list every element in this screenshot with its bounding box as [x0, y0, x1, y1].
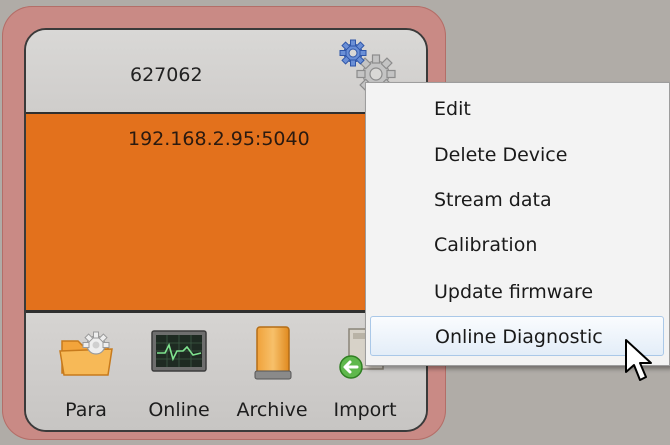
para-label: Para: [65, 399, 107, 421]
device-id: 627062: [130, 64, 203, 86]
archive-label: Archive: [236, 399, 308, 421]
menu-item-edit[interactable]: Edit: [370, 89, 664, 129]
menu-item-stream-data[interactable]: Stream data: [370, 180, 664, 220]
online-label: Online: [148, 399, 210, 421]
menu-item-update-firmware[interactable]: Update firmware: [370, 272, 664, 312]
menu-item-label: Online Diagnostic: [435, 326, 603, 348]
online-button[interactable]: Online: [139, 323, 219, 423]
para-button[interactable]: Para: [46, 323, 126, 423]
menu-item-label: Stream data: [434, 189, 552, 211]
context-menu: Edit Delete Device Stream data Calibrati…: [365, 82, 670, 366]
archive-button[interactable]: Archive: [232, 323, 312, 423]
folder-gear-icon: [59, 331, 113, 376]
menu-item-online-diagnostic[interactable]: Online Diagnostic: [370, 316, 664, 356]
menu-item-label: Update firmware: [434, 281, 594, 303]
import-label: Import: [333, 399, 397, 421]
monitor-icon: [151, 330, 207, 372]
menu-item-delete-device[interactable]: Delete Device: [370, 135, 664, 175]
menu-item-label: Edit: [434, 98, 471, 120]
device-address: 192.168.2.95:5040: [128, 128, 310, 150]
mouse-pointer-icon: [625, 339, 652, 381]
menu-item-label: Delete Device: [434, 144, 568, 166]
menu-item-calibration[interactable]: Calibration: [370, 225, 664, 265]
menu-item-label: Calibration: [434, 234, 538, 256]
archive-icon: [254, 326, 292, 380]
